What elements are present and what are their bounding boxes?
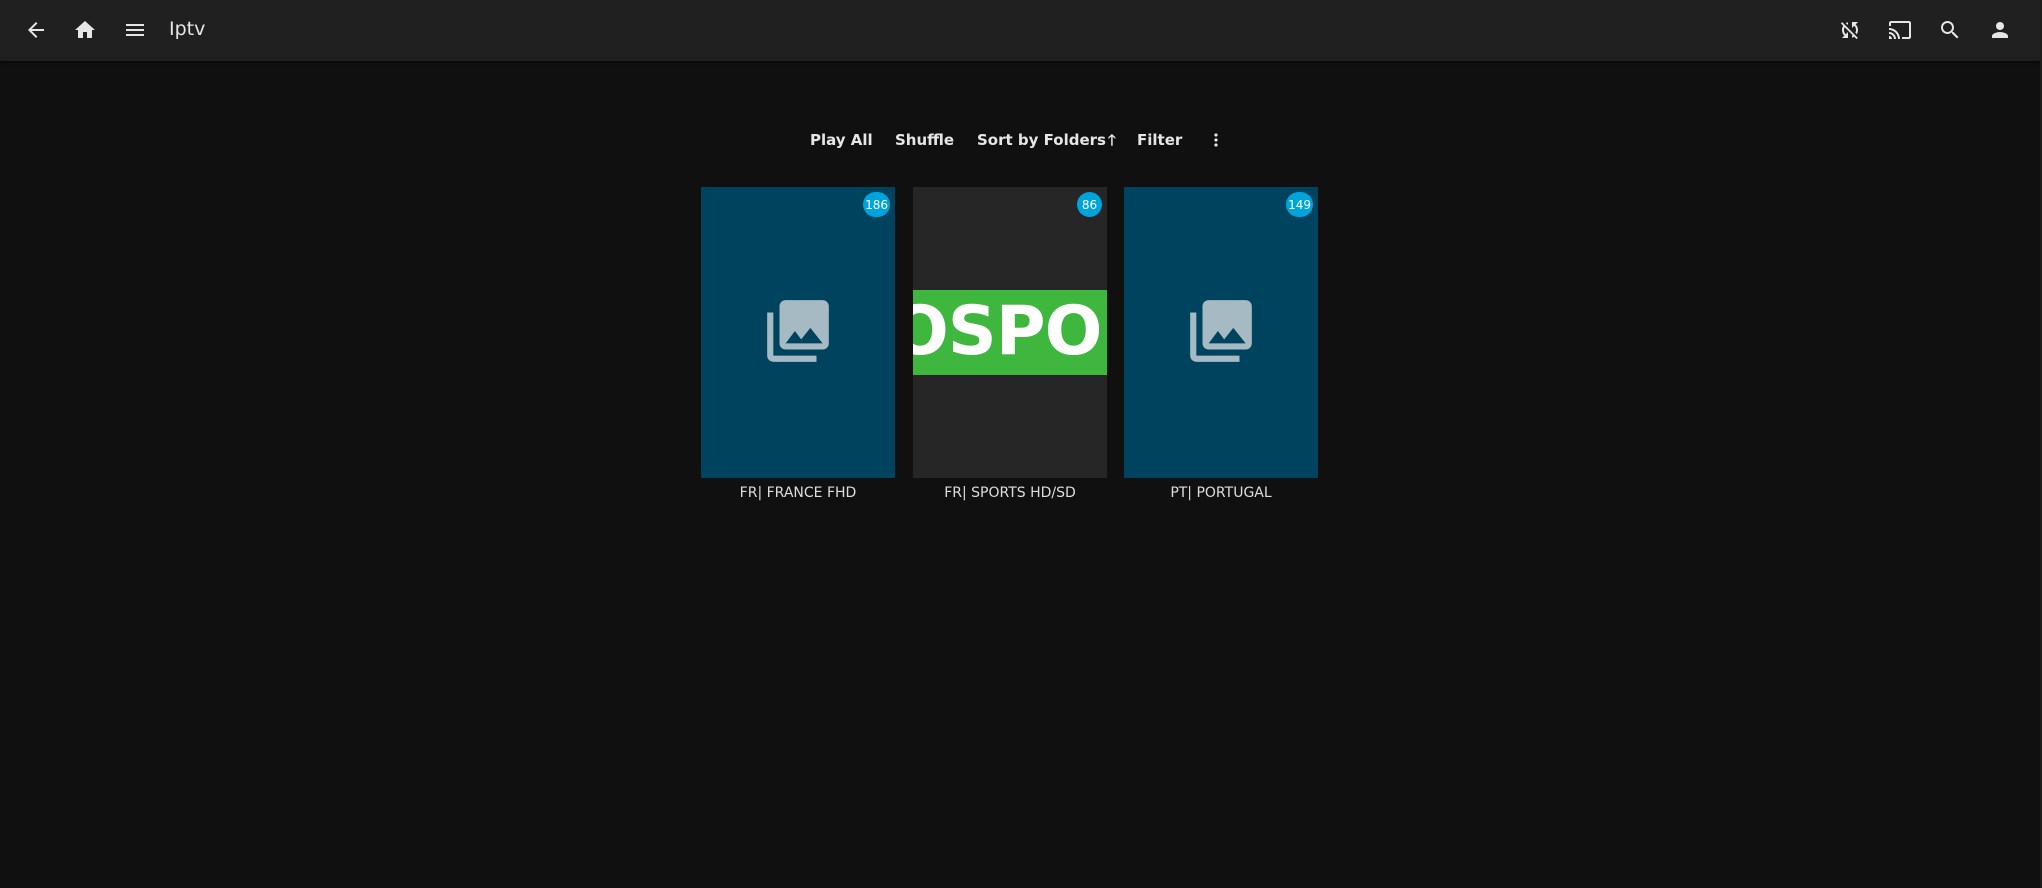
filter-button[interactable]: Filter: [1137, 124, 1182, 156]
card-title[interactable]: FR| SPORTS HD/SD: [913, 485, 1107, 501]
user-button[interactable]: [1980, 10, 2020, 50]
search-button[interactable]: [1930, 10, 1970, 50]
page-title: Iptv: [169, 18, 206, 40]
sort-label: Sort by Folders: [977, 131, 1106, 149]
search-icon: [1941, 21, 1959, 39]
channel-logo: OSPOR: [913, 290, 1107, 375]
arrow-up-icon: 🡑: [1107, 131, 1116, 149]
more-options-button[interactable]: [1204, 124, 1228, 156]
card-image[interactable]: OSPOR 86: [913, 187, 1107, 478]
back-button[interactable]: [16, 10, 56, 50]
cast-icon: [1889, 21, 1911, 39]
folder-card[interactable]: OSPOR 86 FR| SPORTS HD/SD: [913, 187, 1107, 501]
folder-placeholder-icon: [1184, 294, 1258, 372]
page: Iptv Play All Shuffle Sort by Folders 🡑 F…: [0, 0, 2042, 888]
folder-card[interactable]: 149 PT| PORTUGAL: [1124, 187, 1318, 501]
home-icon: [75, 21, 95, 38]
sync-play-button[interactable]: [1830, 10, 1870, 50]
sync-disabled-icon: [1840, 22, 1858, 40]
sort-button[interactable]: Sort by Folders 🡑: [977, 124, 1116, 156]
shuffle-button[interactable]: Shuffle: [895, 124, 954, 156]
card-image[interactable]: 186: [701, 187, 895, 478]
menu-button[interactable]: [115, 10, 155, 50]
home-button[interactable]: [65, 10, 105, 50]
app-header: Iptv: [0, 0, 2040, 61]
card-image[interactable]: 149: [1124, 187, 1318, 478]
library-toolbar: Play All Shuffle Sort by Folders 🡑 Filter: [0, 124, 2040, 156]
user-icon: [1992, 22, 2008, 38]
hamburger-menu-icon: [126, 24, 144, 36]
folder-placeholder-icon: [761, 294, 835, 372]
card-title[interactable]: FR| FRANCE FHD: [701, 485, 895, 501]
card-title[interactable]: PT| PORTUGAL: [1124, 485, 1318, 501]
logo-text: OSPOR: [913, 292, 1107, 371]
count-badge: 186: [863, 192, 890, 217]
count-badge: 86: [1077, 192, 1102, 217]
play-all-button[interactable]: Play All: [810, 124, 873, 156]
count-badge: 149: [1286, 192, 1313, 217]
more-vert-icon: [1214, 133, 1218, 147]
cast-button[interactable]: [1880, 10, 1920, 50]
arrow-back-icon: [28, 22, 44, 38]
folder-card[interactable]: 186 FR| FRANCE FHD: [701, 187, 895, 501]
